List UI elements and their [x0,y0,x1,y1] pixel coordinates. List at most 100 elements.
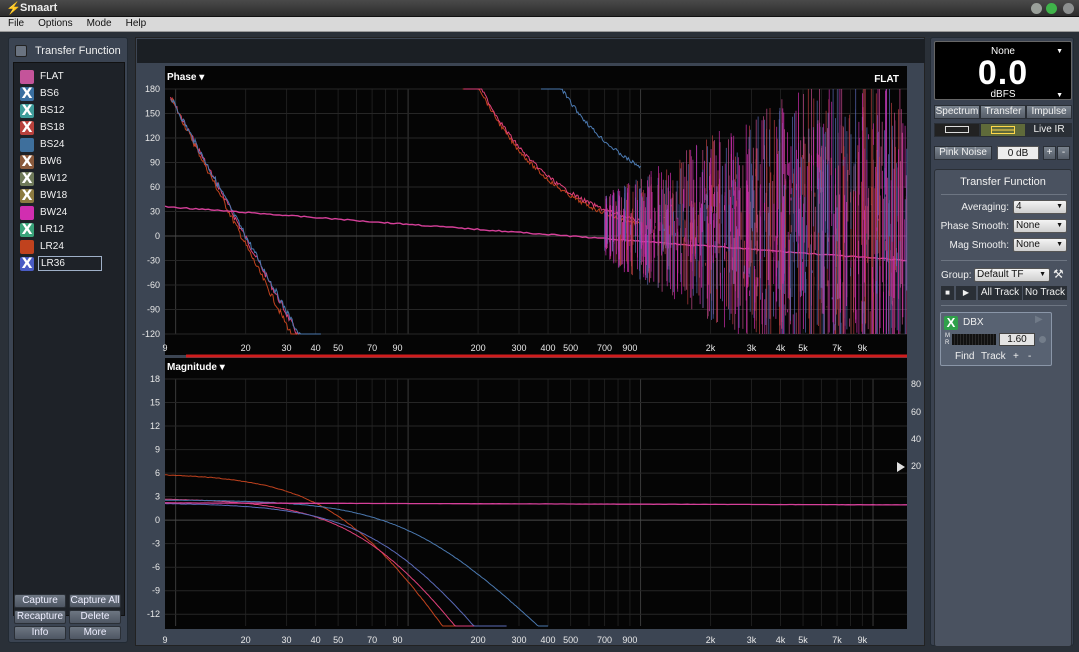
mag-smooth-select[interactable]: None ▼ [1013,238,1067,252]
plots-svg[interactable]: Phase ▾ FLAT 1801501209060300-30-60-90-1… [136,38,926,647]
delay-minus-button[interactable]: - [1028,351,1031,362]
meter-m-label: M [945,333,950,339]
close-button[interactable] [1063,3,1074,14]
y-tick-label: 3 [155,492,160,502]
x-tick-label: 7k [832,343,842,353]
track-button[interactable]: Track [981,351,1006,362]
track-swatch[interactable] [20,240,34,254]
track-item[interactable]: FLAT [18,69,122,85]
more-button[interactable]: More [69,626,121,640]
menu-mode[interactable]: Mode [79,17,118,29]
pink-noise-button[interactable]: Pink Noise [934,146,992,160]
transfer-function-panel: Transfer Function Averaging: 4 ▼ Phase Sm… [934,169,1072,647]
x-tick-label: 7k [832,635,842,645]
generator-plus-button[interactable]: + [1043,146,1056,160]
track-item[interactable]: X BW18 [18,188,122,204]
recapture-button[interactable]: Recapture [14,610,66,624]
track-item[interactable]: X BW12 [18,171,122,187]
mag-smooth-label: Mag Smooth: [949,240,1009,251]
track-item[interactable]: LR24 [18,239,122,255]
stop-icon[interactable]: ■ [941,286,954,300]
phase-smooth-select[interactable]: None ▼ [1013,219,1067,233]
meter-unit[interactable]: dBFS [935,89,1071,100]
minimize-button[interactable] [1031,3,1042,14]
measurement-enable-checkbox[interactable]: X [944,316,958,330]
menu-help[interactable]: Help [118,17,153,29]
y-tick-label: -30 [147,256,160,266]
delete-button[interactable]: Delete [69,610,121,624]
track-swatch[interactable]: X [20,223,34,237]
impulse-button[interactable]: Impulse [1026,105,1072,119]
group-select[interactable]: Default TF ▼ [974,268,1050,282]
track-swatch[interactable]: X [20,172,34,186]
tab-checkbox[interactable] [15,45,27,57]
tab-header[interactable]: Transfer Function [13,42,125,60]
layout-dual-button[interactable] [980,123,1026,137]
x-tick-label: 5k [798,343,808,353]
coherence-tick-label: 40 [911,434,921,444]
zoom-button[interactable] [1046,3,1057,14]
track-swatch[interactable] [20,138,34,152]
track-name: BW24 [40,207,68,218]
track-swatch[interactable]: X [20,104,34,118]
track-swatch[interactable]: X [20,257,34,271]
track-swatch[interactable]: X [20,87,34,101]
chevron-down-icon: ▼ [1056,222,1063,229]
capture-button[interactable]: Capture [14,594,66,608]
phase-plot[interactable]: Phase ▾ FLAT [164,66,908,358]
generator-level[interactable]: 0 dB [997,146,1039,160]
info-button[interactable]: Info [14,626,66,640]
track-swatch[interactable]: X [20,155,34,169]
measurement-config[interactable]: X DBX ▶ M R 1.60 Find Track + - [940,312,1052,366]
group-settings-icon[interactable]: ⚒ [1053,267,1064,281]
live-ir-button[interactable]: Live IR [1026,123,1072,137]
y-tick-label: 18 [150,374,160,384]
magnitude-title[interactable]: Magnitude ▾ [167,362,226,373]
x-tick-label: 3k [747,343,757,353]
track-swatch[interactable]: X [20,121,34,135]
delay-plus-button[interactable]: + [1013,351,1019,362]
track-item[interactable]: BS24 [18,137,122,153]
layout-single-button[interactable] [934,123,980,137]
measurement-name: DBX [963,317,984,328]
y-tick-label: 90 [150,158,160,168]
input-meters [952,334,996,345]
generator-minus-button[interactable]: - [1057,146,1070,160]
track-swatch[interactable]: X [20,189,34,203]
app-title: Smaart [20,2,58,14]
play-icon[interactable]: ▶ [956,286,976,300]
tf-panel-title: Transfer Function [960,176,1046,188]
track-item[interactable]: X BW6 [18,154,122,170]
track-name: BW6 [40,156,62,167]
level-meter[interactable]: None ▼ 0.0 dBFS ▼ [934,41,1072,100]
averaging-select[interactable]: 4 ▼ [1013,200,1067,214]
track-swatch[interactable] [20,206,34,220]
track-swatch[interactable] [20,70,34,84]
track-name-field[interactable]: LR36 [38,256,102,271]
magnitude-plot[interactable]: Magnitude ▾ [164,358,907,629]
transfer-button[interactable]: Transfer [980,105,1026,119]
spectrum-button[interactable]: Spectrum [934,105,980,119]
x-tick-label: 40 [311,635,321,645]
capture-all-button[interactable]: Capture All [69,594,121,608]
measurement-play-icon[interactable]: ▶ [1035,314,1043,325]
menu-file[interactable]: File [0,17,30,29]
menu-options[interactable]: Options [30,17,78,29]
tab-title: Transfer Function [35,45,121,57]
delay-field[interactable]: 1.60 [999,333,1035,346]
x-tick-label: 300 [511,635,526,645]
group-label: Group: [941,270,972,281]
track-item-selected[interactable]: X LR36 [18,256,122,272]
find-button[interactable]: Find [955,351,974,362]
track-item[interactable]: X BS12 [18,103,122,119]
track-item[interactable]: X LR12 [18,222,122,238]
all-track-button[interactable]: All Track [978,286,1022,300]
no-track-button[interactable]: No Track [1023,286,1067,300]
track-item[interactable]: X BS18 [18,120,122,136]
phase-title[interactable]: Phase ▾ [167,72,205,83]
y-tick-label: 6 [155,468,160,478]
menu-bar: File Options Mode Help [0,17,1079,32]
track-item[interactable]: X BS6 [18,86,122,102]
track-item[interactable]: BW24 [18,205,122,221]
meter-unit-arrow-icon[interactable]: ▼ [1056,92,1063,99]
